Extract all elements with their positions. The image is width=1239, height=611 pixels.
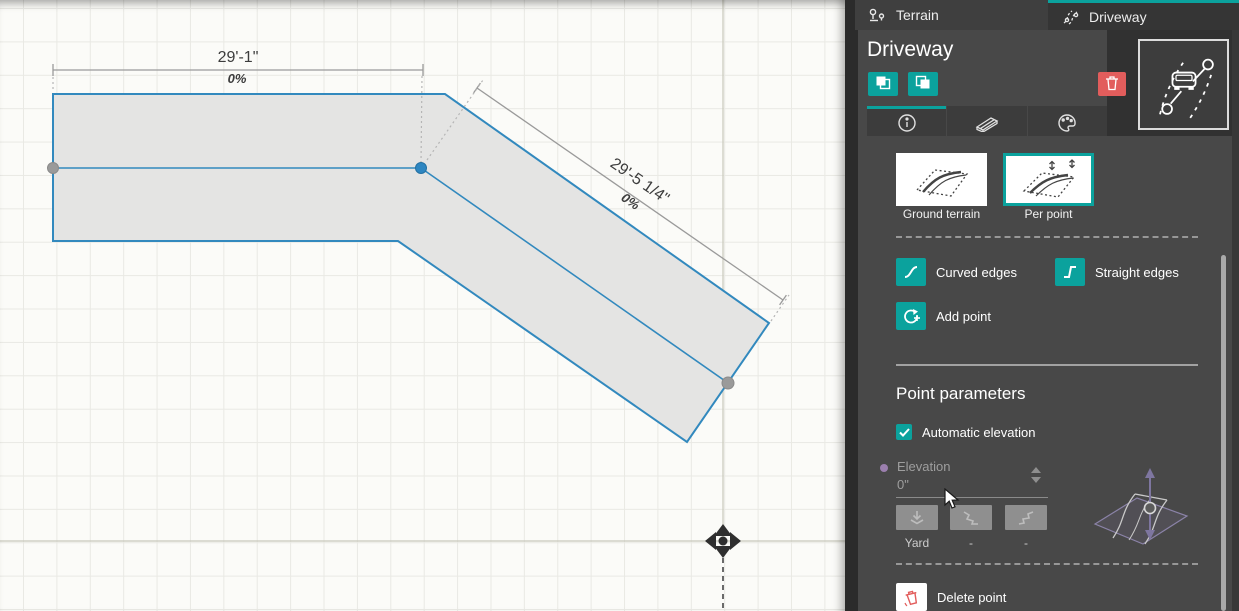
dimension-1-length: 29'-1" [218,49,259,66]
curve-icon [902,263,920,281]
driveway-road-icon [1062,9,1080,25]
point-parameters-heading: Point parameters [896,384,1025,404]
straight-edges-row: Straight edges [1055,258,1179,286]
endpoint-handle-start[interactable] [48,163,59,174]
driveway-shape[interactable] [53,94,769,442]
option-ground-terrain[interactable] [896,153,987,206]
elevation-slope-up-button[interactable] [1005,505,1047,530]
subtab-info[interactable] [867,106,946,136]
terrace-up-icon [1016,510,1036,526]
separator-solid [896,364,1198,366]
add-point-button[interactable] [896,302,926,330]
curved-edges-row: Curved edges [896,258,1017,286]
copy-style-icon [875,75,891,93]
drop-to-ground-icon [908,510,926,526]
per-point-icon [1016,159,1082,201]
add-point-icon [902,307,920,325]
tab-driveway[interactable]: Driveway [1048,0,1239,30]
object-thumbnail[interactable] [1138,39,1229,130]
delete-point-button[interactable] [896,583,927,611]
move-origin-widget[interactable] [705,524,741,558]
option-per-point-label: Per point [1003,207,1094,221]
endpoint-handle-end[interactable] [722,377,734,389]
copy-style-button[interactable] [868,72,898,96]
slope-label-3: - [1005,536,1047,550]
elevation-label: Elevation [897,459,950,474]
panel-title: Driveway [867,38,953,62]
curved-edges-label: Curved edges [936,265,1017,280]
option-per-point[interactable] [1003,153,1094,206]
option-ground-terrain-label: Ground terrain [896,207,987,221]
panel-scrollbar[interactable] [1221,255,1226,611]
delete-point-label: Delete point [937,590,1006,605]
elevation-stepper[interactable] [1030,466,1042,491]
paste-style-icon [915,75,931,93]
subtab-appearance[interactable] [1028,106,1107,136]
elevation-value[interactable]: 0" [897,477,909,492]
construction-icon [974,114,1000,132]
panel-tabbar: Terrain Driveway [855,0,1239,30]
driveway-thumbnail-icon [1144,45,1224,125]
tab-terrain[interactable]: Terrain [855,0,1048,30]
elevation-bullet-icon [880,464,888,472]
curved-edges-button[interactable] [896,258,926,286]
application-window: 29'-1" 0% 29'-5 1/4" 0% [0,0,1239,611]
panel-right-edge [1232,30,1239,611]
slope-label-2: - [950,536,992,550]
tab-terrain-label: Terrain [896,7,939,23]
step-icon [1061,263,1079,281]
info-icon [897,113,917,133]
elevation-slope-down-button[interactable] [950,505,992,530]
terrain-points-icon [869,8,887,22]
automatic-elevation-row: Automatic elevation [896,424,1035,440]
stepper-arrows-icon [1030,466,1042,486]
add-point-row: Add point [896,302,991,330]
trash-icon [1105,75,1119,94]
check-icon [899,428,910,437]
separator-dashed-1 [896,236,1198,238]
bend-point-handle-selected[interactable] [416,163,427,174]
design-canvas[interactable]: 29'-1" 0% 29'-5 1/4" 0% [0,0,845,611]
dimension-2-slope: 0% [619,190,643,213]
panel-body: Driveway [858,30,1239,611]
elevation-illustration [1083,460,1198,565]
properties-panel: Terrain Driveway Driveway [845,0,1239,611]
elevation-yard-button[interactable] [896,505,938,530]
elevation-underline [896,497,1048,498]
delete-point-row: Delete point [896,583,1006,611]
add-point-label: Add point [936,309,991,324]
straight-edges-label: Straight edges [1095,265,1179,280]
ground-terrain-icon [909,160,975,200]
yard-label: Yard [896,536,938,550]
dimension-1-slope: 0% [228,71,247,86]
subtab-construction[interactable] [947,106,1026,136]
separator-dashed-2 [896,563,1198,565]
delete-object-button[interactable] [1098,72,1126,96]
tab-driveway-label: Driveway [1089,9,1147,25]
automatic-elevation-checkbox[interactable] [896,424,912,440]
property-subtabs [867,106,1107,136]
paste-style-button[interactable] [908,72,938,96]
terrace-down-icon [961,510,981,526]
straight-edges-button[interactable] [1055,258,1085,286]
palette-icon [1057,113,1077,133]
delete-point-icon [903,588,920,607]
automatic-elevation-label: Automatic elevation [922,425,1035,440]
